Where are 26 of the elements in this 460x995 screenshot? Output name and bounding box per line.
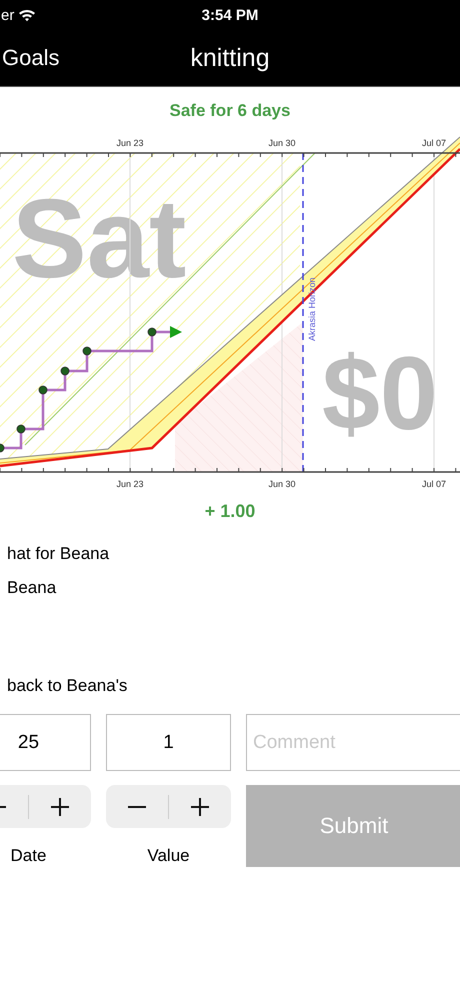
nav-title: knitting xyxy=(190,44,270,72)
carrier-name: er xyxy=(1,6,14,24)
plus-icon xyxy=(50,796,70,816)
watermark-text: $0 xyxy=(322,336,438,452)
axis-tick-label: Jun 30 xyxy=(268,479,296,489)
axis-tick-label: Jun 23 xyxy=(116,138,144,148)
axis-tick-label: Jul 07 xyxy=(422,138,446,148)
description-text: hat for Beana xyxy=(7,544,110,563)
field-label: Value xyxy=(147,846,190,864)
minus-icon xyxy=(127,806,147,808)
value-field[interactable]: 1 xyxy=(106,714,231,771)
field-label: Date xyxy=(10,846,46,864)
wifi-icon xyxy=(18,8,36,22)
description-text: back to Beana's xyxy=(7,676,128,695)
axis-tick-label: Jul 07 xyxy=(422,479,446,489)
axis-tick-label: Jun 30 xyxy=(268,138,296,148)
status-time: 3:54 PM xyxy=(202,6,258,24)
arrow-icon xyxy=(170,326,182,338)
description-text: Beana xyxy=(7,578,56,597)
plus-icon xyxy=(190,796,210,816)
safety-status: Safe for 6 days xyxy=(168,101,292,121)
axis-tick-label: Jun 23 xyxy=(116,479,144,489)
date-field[interactable]: 25 xyxy=(0,714,91,771)
delta-value: + 1.00 xyxy=(204,501,256,522)
back-link[interactable]: Goals xyxy=(2,45,60,71)
horizon-label: Akrasia Horizon xyxy=(307,277,317,341)
